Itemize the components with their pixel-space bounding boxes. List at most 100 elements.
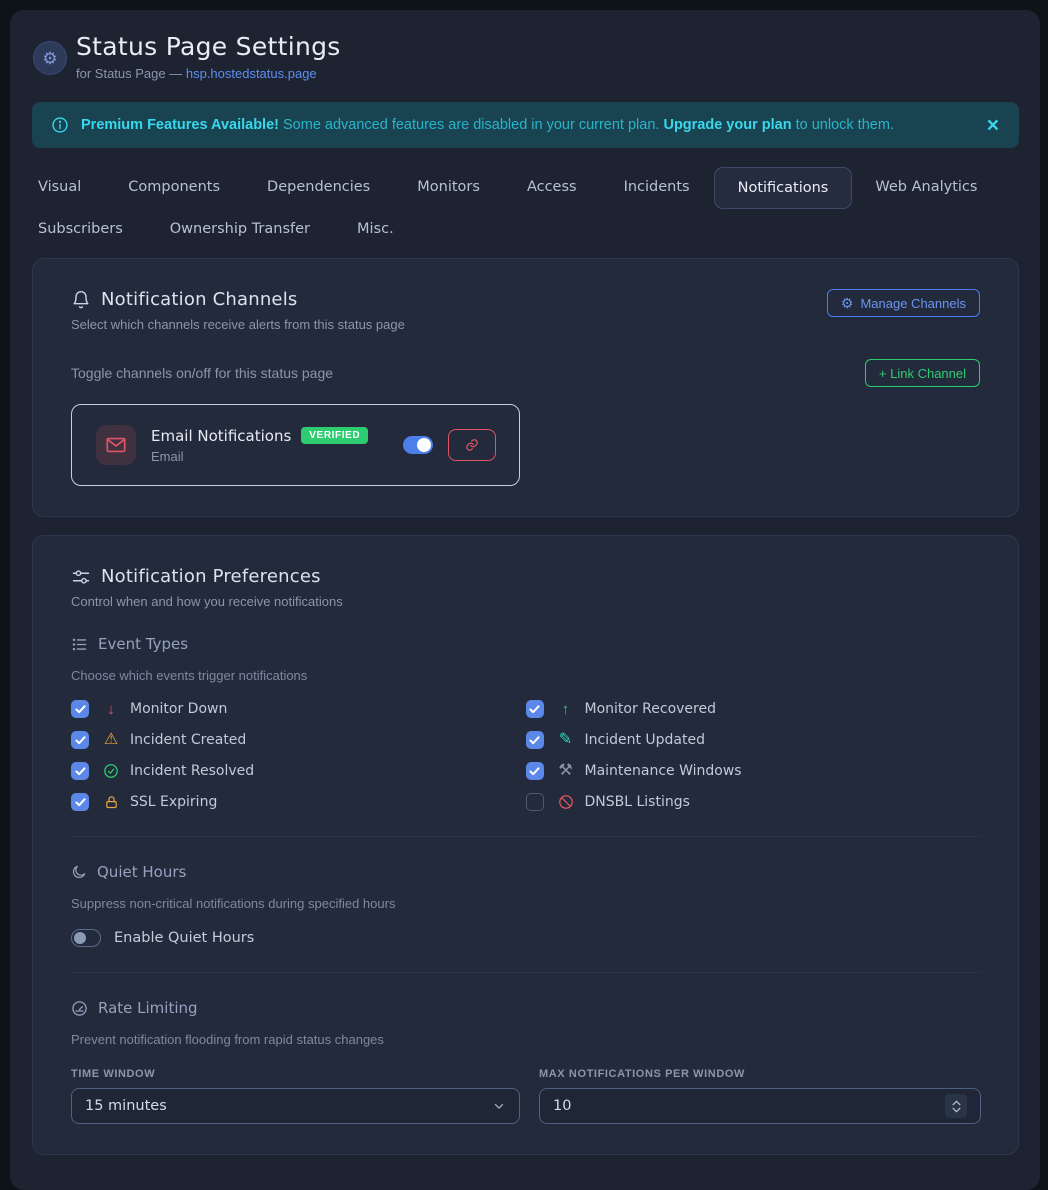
tab-access[interactable]: Access <box>527 167 577 209</box>
banner-message: Premium Features Available! Some advance… <box>81 117 975 133</box>
event-type-ssl-expiring[interactable]: SSL Expiring <box>71 793 526 811</box>
info-icon <box>51 116 69 134</box>
tab-monitors[interactable]: Monitors <box>417 167 480 209</box>
page-subtitle: for Status Page — hsp.hostedstatus.page <box>76 66 341 81</box>
page-title: Status Page Settings <box>76 32 341 61</box>
tab-components[interactable]: Components <box>128 167 220 209</box>
email-channel-tile <box>96 425 136 465</box>
event-types-grid: ↓ Monitor Down ↑ Monitor Recovered ⚠ Inc… <box>71 700 980 811</box>
settings-panel: ⚙ Status Page Settings for Status Page —… <box>10 10 1040 1190</box>
max-notifications-field: MAX NOTIFICATIONS PER WINDOW <box>539 1068 981 1124</box>
upgrade-plan-link[interactable]: Upgrade your plan <box>663 117 791 133</box>
channels-subtitle: Select which channels receive alerts fro… <box>71 317 405 332</box>
rate-limiting-form: TIME WINDOW 15 minutes MAX NOTIFICATIONS… <box>71 1068 980 1124</box>
section-divider <box>71 972 980 973</box>
arrow-down-icon: ↓ <box>101 702 121 717</box>
warning-triangle-icon: ⚠ <box>101 732 121 748</box>
checkbox-checked[interactable] <box>71 762 89 780</box>
checkbox-checked[interactable] <box>526 700 544 718</box>
quiet-hours-label: Quiet Hours <box>97 863 186 881</box>
number-stepper[interactable] <box>945 1094 967 1118</box>
checkbox-checked[interactable] <box>71 700 89 718</box>
lock-icon <box>101 795 121 810</box>
tab-dependencies[interactable]: Dependencies <box>267 167 370 209</box>
notification-channels-card: Notification Channels Select which chann… <box>32 258 1019 517</box>
checkbox-checked[interactable] <box>526 731 544 749</box>
link-icon <box>465 438 479 452</box>
event-type-maintenance-windows[interactable]: ⚒ Maintenance Windows <box>526 762 981 780</box>
gear-icon: ⚙ <box>42 50 57 67</box>
banner-lead: Premium Features Available! <box>81 117 279 133</box>
envelope-icon <box>105 434 127 456</box>
settings-avatar: ⚙ <box>33 41 67 75</box>
time-window-value: 15 minutes <box>85 1098 492 1114</box>
checkbox-checked[interactable] <box>526 762 544 780</box>
channel-name: Email Notifications <box>151 427 291 445</box>
status-page-link[interactable]: hsp.hostedstatus.page <box>186 66 317 81</box>
close-icon[interactable]: × <box>987 115 999 136</box>
banner-mid: Some advanced features are disabled in y… <box>279 117 663 133</box>
quiet-hours-toggle[interactable] <box>71 929 101 947</box>
rate-limiting-description: Prevent notification flooding from rapid… <box>71 1032 980 1047</box>
tab-notifications[interactable]: Notifications <box>714 167 853 209</box>
event-type-monitor-recovered[interactable]: ↑ Monitor Recovered <box>526 700 981 718</box>
event-type-monitor-down[interactable]: ↓ Monitor Down <box>71 700 526 718</box>
max-notifications-label: MAX NOTIFICATIONS PER WINDOW <box>539 1068 981 1080</box>
sliders-icon <box>71 567 91 587</box>
event-type-incident-created[interactable]: ⚠ Incident Created <box>71 731 526 749</box>
preferences-subtitle: Control when and how you receive notific… <box>71 594 343 609</box>
bell-icon <box>71 290 91 310</box>
manage-channels-label: Manage Channels <box>860 296 966 311</box>
chevron-up-icon <box>952 1100 961 1106</box>
tab-ownership-transfer[interactable]: Ownership Transfer <box>170 209 310 249</box>
settings-tabs-row-1: Visual Components Dependencies Monitors … <box>38 167 1019 209</box>
checkbox-checked[interactable] <box>71 731 89 749</box>
max-notifications-input[interactable] <box>553 1098 945 1114</box>
checkbox-checked[interactable] <box>71 793 89 811</box>
manage-channels-button[interactable]: ⚙ Manage Channels <box>827 289 980 317</box>
event-type-incident-updated[interactable]: ✎ Incident Updated <box>526 731 981 749</box>
email-channel-card: Email Notifications VERIFIED Email <box>71 404 520 486</box>
time-window-field: TIME WINDOW 15 minutes <box>71 1068 520 1124</box>
banner-tail: to unlock them. <box>792 117 894 133</box>
event-type-incident-resolved[interactable]: Incident Resolved <box>71 762 526 780</box>
subtitle-prefix: for Status Page — <box>76 66 186 81</box>
quiet-hours-description: Suppress non-critical notifications duri… <box>71 896 980 911</box>
link-channel-label: + Link Channel <box>879 366 966 381</box>
quiet-hours-heading: Quiet Hours <box>71 863 980 881</box>
event-types-heading: Event Types <box>71 635 980 653</box>
event-types-description: Choose which events trigger notification… <box>71 668 980 683</box>
channel-type: Email <box>151 449 368 464</box>
event-type-dnsbl-listings[interactable]: DNSBL Listings <box>526 793 981 811</box>
moon-icon <box>71 864 87 880</box>
link-channel-button[interactable]: + Link Channel <box>865 359 980 387</box>
time-window-label: TIME WINDOW <box>71 1068 520 1080</box>
quiet-hours-toggle-label: Enable Quiet Hours <box>114 930 254 946</box>
toggle-channels-hint: Toggle channels on/off for this status p… <box>71 365 333 381</box>
email-channel-toggle[interactable] <box>403 436 433 454</box>
chevron-down-icon <box>492 1099 506 1113</box>
gear-icon: ⚙ <box>841 296 854 310</box>
section-divider <box>71 836 980 837</box>
tab-misc[interactable]: Misc. <box>357 209 394 249</box>
max-notifications-input-box <box>539 1088 981 1124</box>
premium-banner: Premium Features Available! Some advance… <box>32 102 1019 148</box>
time-window-select[interactable]: 15 minutes <box>71 1088 520 1124</box>
page-header: ⚙ Status Page Settings for Status Page —… <box>32 32 1019 81</box>
rate-limiting-heading: Rate Limiting <box>71 999 980 1017</box>
checkbox-unchecked[interactable] <box>526 793 544 811</box>
event-types-label: Event Types <box>98 635 188 653</box>
gauge-icon <box>71 1000 88 1017</box>
check-circle-icon <box>101 763 121 779</box>
notification-preferences-card: Notification Preferences Control when an… <box>32 535 1019 1155</box>
preferences-title: Notification Preferences <box>101 566 321 587</box>
tools-icon: ⚒ <box>556 763 576 779</box>
rate-limiting-label: Rate Limiting <box>98 999 198 1017</box>
tab-incidents[interactable]: Incidents <box>624 167 690 209</box>
channels-title: Notification Channels <box>101 289 297 310</box>
tab-web-analytics[interactable]: Web Analytics <box>875 167 977 209</box>
unlink-channel-button[interactable] <box>448 429 496 461</box>
list-icon <box>71 636 88 653</box>
tab-visual[interactable]: Visual <box>38 167 81 209</box>
tab-subscribers[interactable]: Subscribers <box>38 209 123 249</box>
